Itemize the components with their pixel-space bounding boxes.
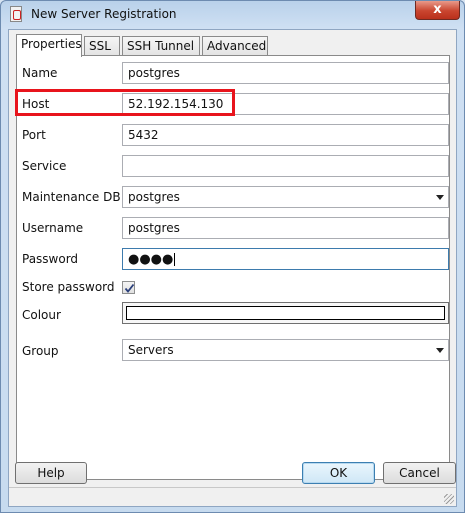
ok-button[interactable]: OK [302,462,375,484]
name-label: Name [22,66,58,80]
properties-panel: Name postgres Host 52.192.154.130 Port 5… [15,55,450,480]
resize-grip-icon[interactable] [444,494,454,504]
password-label: Password [22,252,79,266]
maintenance-db-select[interactable]: postgres [122,186,449,208]
tab-ssh-tunnel[interactable]: SSH Tunnel [122,36,200,56]
tab-advanced[interactable]: Advanced [202,36,268,56]
chevron-down-icon[interactable] [436,348,444,353]
status-bar [9,487,456,506]
group-label: Group [22,344,59,358]
store-password-checkbox[interactable] [122,281,135,294]
username-input[interactable]: postgres [122,217,449,239]
colour-swatch [126,306,445,320]
password-masked-value: ●●●● [128,252,174,267]
app-icon [10,6,22,22]
close-button[interactable]: x [415,1,460,20]
title-bar[interactable]: New Server Registration x [1,1,464,29]
password-input[interactable]: ●●●● [122,248,449,270]
colour-label: Colour [22,308,61,322]
service-label: Service [22,159,67,173]
port-input[interactable]: 5432 [122,124,449,146]
colour-picker-button[interactable] [122,302,449,324]
maintenance-db-label: Maintenance DB [22,190,121,204]
maintenance-db-value: postgres [128,190,180,204]
dialog-window: New Server Registration x Properties SSL… [0,0,465,513]
service-input[interactable] [122,155,449,177]
port-label: Port [22,128,46,142]
dialog-client-area: Properties SSL SSH Tunnel Advanced Name … [8,29,457,507]
store-password-label: Store password [22,280,115,294]
checkmark-icon [124,283,135,293]
host-highlight-box [15,89,235,116]
username-label: Username [22,221,84,235]
window-title: New Server Registration [31,7,177,21]
text-cursor [174,253,176,266]
name-input[interactable]: postgres [122,62,449,84]
group-select[interactable]: Servers [122,339,449,361]
tab-ssl[interactable]: SSL [84,36,120,56]
group-value: Servers [128,343,174,357]
chevron-down-icon[interactable] [436,195,444,200]
cancel-button[interactable]: Cancel [383,462,456,484]
help-button[interactable]: Help [15,462,87,484]
tab-properties[interactable]: Properties [16,34,82,57]
